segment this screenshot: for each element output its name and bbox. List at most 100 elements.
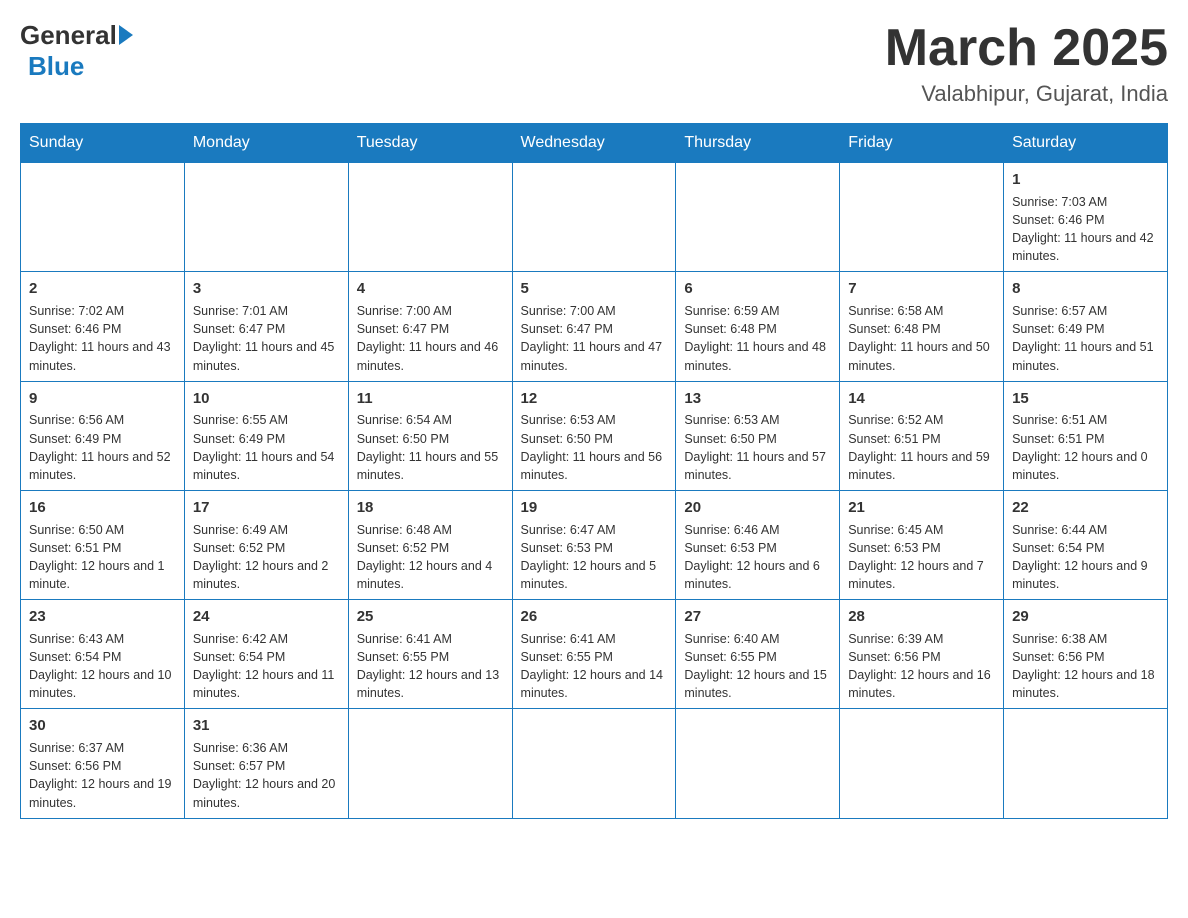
day-number: 30 xyxy=(29,715,176,737)
calendar-cell xyxy=(512,163,676,272)
day-info: Sunrise: 7:00 AMSunset: 6:47 PMDaylight:… xyxy=(521,302,668,375)
calendar-cell: 12Sunrise: 6:53 AMSunset: 6:50 PMDayligh… xyxy=(512,381,676,490)
weekday-header-thursday: Thursday xyxy=(676,124,840,163)
calendar-cell: 1Sunrise: 7:03 AMSunset: 6:46 PMDaylight… xyxy=(1004,163,1168,272)
day-number: 29 xyxy=(1012,606,1159,628)
calendar-cell: 20Sunrise: 6:46 AMSunset: 6:53 PMDayligh… xyxy=(676,490,840,599)
logo: General Blue xyxy=(20,20,133,82)
day-info: Sunrise: 6:41 AMSunset: 6:55 PMDaylight:… xyxy=(521,630,668,703)
page-header: General Blue March 2025 Valabhipur, Guja… xyxy=(20,20,1168,107)
calendar-cell: 17Sunrise: 6:49 AMSunset: 6:52 PMDayligh… xyxy=(184,490,348,599)
calendar-cell: 26Sunrise: 6:41 AMSunset: 6:55 PMDayligh… xyxy=(512,600,676,709)
day-number: 4 xyxy=(357,278,504,300)
day-info: Sunrise: 6:54 AMSunset: 6:50 PMDaylight:… xyxy=(357,411,504,484)
day-number: 6 xyxy=(684,278,831,300)
day-number: 18 xyxy=(357,497,504,519)
day-info: Sunrise: 6:46 AMSunset: 6:53 PMDaylight:… xyxy=(684,521,831,594)
calendar-cell: 18Sunrise: 6:48 AMSunset: 6:52 PMDayligh… xyxy=(348,490,512,599)
day-info: Sunrise: 6:42 AMSunset: 6:54 PMDaylight:… xyxy=(193,630,340,703)
calendar-cell xyxy=(840,163,1004,272)
calendar-cell: 21Sunrise: 6:45 AMSunset: 6:53 PMDayligh… xyxy=(840,490,1004,599)
logo-blue-text: Blue xyxy=(24,51,84,82)
day-info: Sunrise: 6:38 AMSunset: 6:56 PMDaylight:… xyxy=(1012,630,1159,703)
calendar-cell xyxy=(21,163,185,272)
day-number: 14 xyxy=(848,388,995,410)
calendar-cell: 10Sunrise: 6:55 AMSunset: 6:49 PMDayligh… xyxy=(184,381,348,490)
weekday-header-sunday: Sunday xyxy=(21,124,185,163)
calendar-cell xyxy=(184,163,348,272)
day-number: 9 xyxy=(29,388,176,410)
day-info: Sunrise: 6:55 AMSunset: 6:49 PMDaylight:… xyxy=(193,411,340,484)
calendar-cell xyxy=(512,709,676,818)
calendar-cell: 27Sunrise: 6:40 AMSunset: 6:55 PMDayligh… xyxy=(676,600,840,709)
logo-triangle-icon xyxy=(119,25,133,45)
day-info: Sunrise: 6:43 AMSunset: 6:54 PMDaylight:… xyxy=(29,630,176,703)
day-info: Sunrise: 7:03 AMSunset: 6:46 PMDaylight:… xyxy=(1012,193,1159,266)
calendar-cell: 7Sunrise: 6:58 AMSunset: 6:48 PMDaylight… xyxy=(840,272,1004,381)
day-number: 11 xyxy=(357,388,504,410)
weekday-header-saturday: Saturday xyxy=(1004,124,1168,163)
day-number: 28 xyxy=(848,606,995,628)
calendar-cell xyxy=(348,163,512,272)
calendar-cell: 28Sunrise: 6:39 AMSunset: 6:56 PMDayligh… xyxy=(840,600,1004,709)
calendar-week-row: 16Sunrise: 6:50 AMSunset: 6:51 PMDayligh… xyxy=(21,490,1168,599)
day-info: Sunrise: 6:53 AMSunset: 6:50 PMDaylight:… xyxy=(521,411,668,484)
calendar-cell: 23Sunrise: 6:43 AMSunset: 6:54 PMDayligh… xyxy=(21,600,185,709)
calendar-cell: 30Sunrise: 6:37 AMSunset: 6:56 PMDayligh… xyxy=(21,709,185,818)
day-info: Sunrise: 7:00 AMSunset: 6:47 PMDaylight:… xyxy=(357,302,504,375)
day-info: Sunrise: 6:47 AMSunset: 6:53 PMDaylight:… xyxy=(521,521,668,594)
calendar-cell: 29Sunrise: 6:38 AMSunset: 6:56 PMDayligh… xyxy=(1004,600,1168,709)
weekday-header-tuesday: Tuesday xyxy=(348,124,512,163)
day-number: 20 xyxy=(684,497,831,519)
calendar-cell: 16Sunrise: 6:50 AMSunset: 6:51 PMDayligh… xyxy=(21,490,185,599)
day-info: Sunrise: 6:56 AMSunset: 6:49 PMDaylight:… xyxy=(29,411,176,484)
calendar-cell: 9Sunrise: 6:56 AMSunset: 6:49 PMDaylight… xyxy=(21,381,185,490)
logo-general: General xyxy=(20,20,133,51)
day-info: Sunrise: 6:57 AMSunset: 6:49 PMDaylight:… xyxy=(1012,302,1159,375)
day-info: Sunrise: 6:50 AMSunset: 6:51 PMDaylight:… xyxy=(29,521,176,594)
day-number: 8 xyxy=(1012,278,1159,300)
calendar-cell: 22Sunrise: 6:44 AMSunset: 6:54 PMDayligh… xyxy=(1004,490,1168,599)
day-number: 12 xyxy=(521,388,668,410)
day-number: 10 xyxy=(193,388,340,410)
calendar-cell: 4Sunrise: 7:00 AMSunset: 6:47 PMDaylight… xyxy=(348,272,512,381)
calendar-cell: 24Sunrise: 6:42 AMSunset: 6:54 PMDayligh… xyxy=(184,600,348,709)
day-number: 15 xyxy=(1012,388,1159,410)
calendar-week-row: 2Sunrise: 7:02 AMSunset: 6:46 PMDaylight… xyxy=(21,272,1168,381)
calendar-week-row: 1Sunrise: 7:03 AMSunset: 6:46 PMDaylight… xyxy=(21,163,1168,272)
day-info: Sunrise: 6:51 AMSunset: 6:51 PMDaylight:… xyxy=(1012,411,1159,484)
calendar-week-row: 9Sunrise: 6:56 AMSunset: 6:49 PMDaylight… xyxy=(21,381,1168,490)
month-title: March 2025 xyxy=(885,20,1168,77)
calendar-cell: 15Sunrise: 6:51 AMSunset: 6:51 PMDayligh… xyxy=(1004,381,1168,490)
day-number: 22 xyxy=(1012,497,1159,519)
location-title: Valabhipur, Gujarat, India xyxy=(885,81,1168,107)
day-info: Sunrise: 6:40 AMSunset: 6:55 PMDaylight:… xyxy=(684,630,831,703)
calendar-cell: 8Sunrise: 6:57 AMSunset: 6:49 PMDaylight… xyxy=(1004,272,1168,381)
day-number: 26 xyxy=(521,606,668,628)
day-info: Sunrise: 6:59 AMSunset: 6:48 PMDaylight:… xyxy=(684,302,831,375)
day-info: Sunrise: 6:41 AMSunset: 6:55 PMDaylight:… xyxy=(357,630,504,703)
calendar-cell xyxy=(676,163,840,272)
day-info: Sunrise: 6:48 AMSunset: 6:52 PMDaylight:… xyxy=(357,521,504,594)
title-section: March 2025 Valabhipur, Gujarat, India xyxy=(885,20,1168,107)
calendar-cell: 5Sunrise: 7:00 AMSunset: 6:47 PMDaylight… xyxy=(512,272,676,381)
calendar-cell: 25Sunrise: 6:41 AMSunset: 6:55 PMDayligh… xyxy=(348,600,512,709)
calendar-cell: 13Sunrise: 6:53 AMSunset: 6:50 PMDayligh… xyxy=(676,381,840,490)
weekday-header-row: SundayMondayTuesdayWednesdayThursdayFrid… xyxy=(21,124,1168,163)
calendar-week-row: 30Sunrise: 6:37 AMSunset: 6:56 PMDayligh… xyxy=(21,709,1168,818)
day-number: 19 xyxy=(521,497,668,519)
day-number: 24 xyxy=(193,606,340,628)
day-number: 17 xyxy=(193,497,340,519)
day-info: Sunrise: 6:36 AMSunset: 6:57 PMDaylight:… xyxy=(193,739,340,812)
weekday-header-wednesday: Wednesday xyxy=(512,124,676,163)
weekday-header-friday: Friday xyxy=(840,124,1004,163)
calendar-cell xyxy=(348,709,512,818)
day-number: 5 xyxy=(521,278,668,300)
day-number: 31 xyxy=(193,715,340,737)
calendar-cell xyxy=(840,709,1004,818)
weekday-header-monday: Monday xyxy=(184,124,348,163)
day-info: Sunrise: 6:52 AMSunset: 6:51 PMDaylight:… xyxy=(848,411,995,484)
day-info: Sunrise: 6:45 AMSunset: 6:53 PMDaylight:… xyxy=(848,521,995,594)
day-number: 25 xyxy=(357,606,504,628)
day-number: 21 xyxy=(848,497,995,519)
